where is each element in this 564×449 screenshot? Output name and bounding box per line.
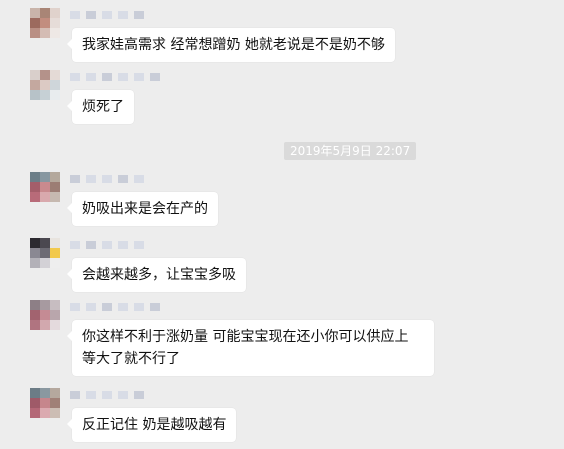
- avatar-blurred[interactable]: [30, 70, 60, 100]
- message-bubble[interactable]: 会越来越多，让宝宝多吸: [67, 258, 246, 292]
- sender-name-blurred: [70, 240, 144, 250]
- sender-name-blurred: [70, 302, 160, 312]
- timestamp-divider: 2019年5月9日 22:07: [284, 142, 417, 160]
- message-bubble[interactable]: 奶吸出来是会在产的: [67, 192, 218, 226]
- sender-name-blurred: [70, 10, 144, 20]
- sender-name-blurred: [70, 72, 160, 82]
- message-bubble[interactable]: 反正记住 奶是越吸越有: [66, 408, 237, 442]
- message-bubble[interactable]: 烦死了: [67, 90, 134, 124]
- avatar-blurred[interactable]: [30, 300, 60, 330]
- avatar-blurred[interactable]: [30, 238, 60, 268]
- avatar-blurred[interactable]: [30, 172, 60, 202]
- message-bubble[interactable]: 你这样不利于涨奶量 可能宝宝现在还小你可以供应上 等大了就不行了: [67, 320, 434, 376]
- avatar-blurred[interactable]: [30, 8, 60, 38]
- sender-name-blurred: [70, 174, 144, 184]
- message-bubble[interactable]: 我家娃高需求 经常想蹭奶 她就老说是不是奶不够: [67, 28, 395, 62]
- sender-name-blurred: [70, 390, 144, 400]
- avatar-blurred[interactable]: [30, 388, 60, 418]
